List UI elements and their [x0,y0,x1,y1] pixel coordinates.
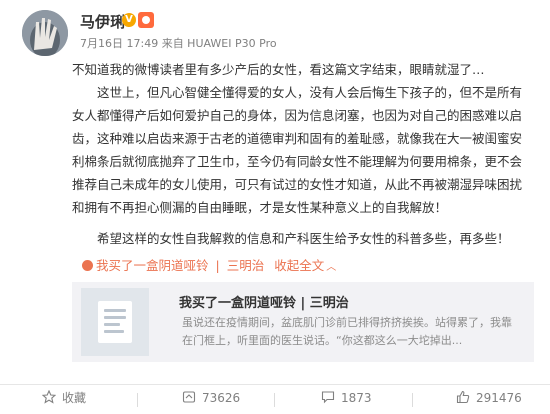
article-link[interactable]: 我买了一盒阴道哑铃 [82,258,209,273]
repost-icon [182,391,196,403]
thumbs-up-icon [456,390,470,404]
article-link-label: 我买了一盒阴道哑铃 [96,258,209,273]
collapse-label: 收起全文 [274,258,325,273]
post-paragraph: 不知道我的微博读者里有多少产后的女性，看这篇文字结束，眼睛就湿了… [72,62,485,77]
post-tag-row: 我买了一盒阴道哑铃 | 三明治 收起全文 ︿ [82,255,336,274]
avatar-photo [22,10,68,56]
action-divider [274,393,275,407]
author-name[interactable]: 马伊琍 [80,11,125,32]
post-content: 不知道我的微博读者里有多少产后的女性，看这篇文字结束，眼睛就湿了… 这世上，但凡… [72,58,534,250]
favorite-button[interactable]: 收藏 [42,385,86,414]
link-icon [82,260,93,271]
favorite-label: 收藏 [62,391,87,405]
article-card[interactable]: 我买了一盒阴道哑铃 | 三明治 虽说还在疫情期间，盆底肌门诊前已排得挤挤挨挨。站… [72,282,534,362]
tag-divider: | [215,258,220,273]
action-bar: 收藏 73626 1873 291476 [0,384,550,414]
star-icon [42,390,56,404]
like-button[interactable]: 291476 [456,385,522,414]
author-avatar[interactable] [22,10,68,56]
post-paragraph: 这世上，但凡心智健全懂得爱的女人，没有人会后悔生下孩子的，但不是所有女人都懂得产… [72,85,523,215]
verified-badge-icon: V [122,13,136,27]
action-divider [137,393,138,407]
comment-button[interactable]: 1873 [321,385,372,414]
like-count: 291476 [476,391,522,405]
document-icon [98,301,132,343]
member-badge-icon [138,12,154,28]
article-card-title: 我买了一盒阴道哑铃 | 三明治 [179,296,349,311]
comment-count: 1873 [341,391,372,405]
comment-icon [321,391,335,404]
post-timestamp-source[interactable]: 7月16日 17:49 来自 HUAWEI P30 Pro [80,35,277,51]
post-paragraph: 希望这样的女性自我解救的信息和产科医生给予女性的科普多些，再多些！ [97,231,510,246]
mention-link[interactable]: 三明治 [227,258,265,273]
chevron-up-icon: ︿ [326,262,337,273]
action-divider [412,393,413,407]
repost-button[interactable]: 73626 [182,385,240,414]
repost-count: 73626 [202,391,241,405]
article-thumbnail [81,288,149,356]
article-card-description: 虽说还在疫情期间，盆底肌门诊前已排得挤挤挨挨。站得累了，我靠在门框上，听里面的医… [182,316,512,347]
collapse-button[interactable]: 收起全文 ︿ [274,258,336,273]
